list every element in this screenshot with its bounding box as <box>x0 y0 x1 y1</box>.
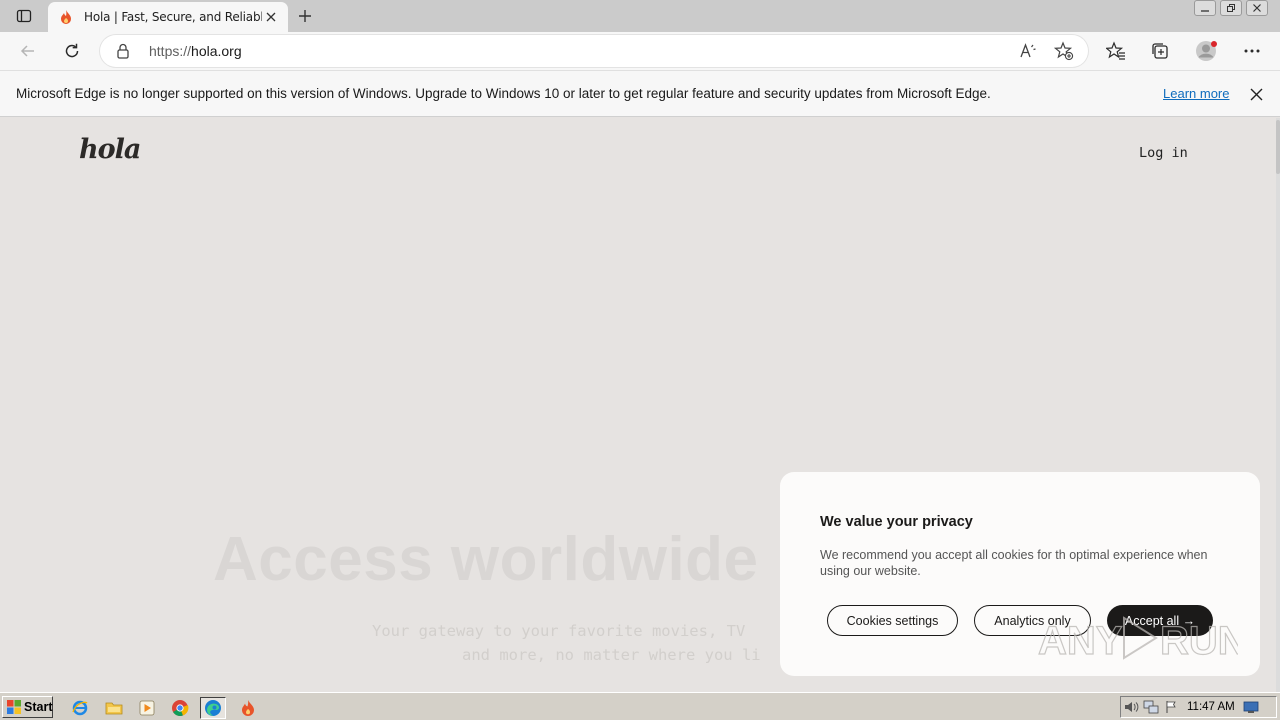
hero-title: Access worldwide <box>213 525 759 594</box>
page-scrollbar[interactable] <box>1276 118 1280 692</box>
show-desktop-icon[interactable] <box>1241 698 1261 716</box>
media-player-icon[interactable] <box>134 697 160 719</box>
more-menu-icon[interactable] <box>1239 39 1265 63</box>
web-page: hola Log in Access worldwide Your gatewa… <box>0 118 1280 692</box>
infobar-message: Microsoft Edge is no longer supported on… <box>16 86 991 101</box>
page-scrollbar-thumb[interactable] <box>1276 120 1280 174</box>
favorites-icon[interactable] <box>1103 39 1129 63</box>
start-button[interactable]: Start <box>2 696 53 718</box>
taskbar-clock[interactable]: 11:47 AM <box>1187 701 1235 713</box>
minimize-icon[interactable] <box>1194 0 1216 16</box>
windows-taskbar: Start 11:47 AM <box>0 692 1280 720</box>
tab-close-icon[interactable] <box>262 8 280 26</box>
profile-avatar-icon[interactable] <box>1193 39 1219 63</box>
address-bar[interactable]: https://hola.org <box>100 35 1088 67</box>
volume-icon[interactable] <box>1121 698 1141 716</box>
action-center-flag-icon[interactable] <box>1161 698 1181 716</box>
tab-strip: Hola | Fast, Secure, and Reliable F <box>0 0 1280 32</box>
window-controls <box>1194 0 1268 16</box>
cookies-settings-button[interactable]: Cookies settings <box>827 605 958 636</box>
refresh-icon[interactable] <box>59 39 85 63</box>
edge-taskbar-icon[interactable] <box>200 697 226 719</box>
new-tab-icon[interactable] <box>294 5 316 27</box>
system-tray: 11:47 AM <box>1120 696 1277 718</box>
tab-actions-icon[interactable] <box>10 6 38 26</box>
chrome-icon[interactable] <box>167 697 193 719</box>
read-aloud-icon[interactable] <box>1018 41 1038 65</box>
browser-toolbar: https://hola.org <box>0 32 1280 70</box>
accept-all-button[interactable]: Accept all → <box>1107 605 1213 636</box>
cookie-consent-dialog: We value your privacy We recommend you a… <box>780 472 1260 676</box>
learn-more-link[interactable]: Learn more <box>1163 86 1229 101</box>
url-host: hola.org <box>191 43 242 59</box>
windows-logo-icon <box>6 699 22 715</box>
add-favorite-icon[interactable] <box>1053 41 1074 65</box>
collections-icon[interactable] <box>1147 39 1173 63</box>
hola-logo[interactable]: hola <box>79 134 141 165</box>
infobar-close-icon[interactable] <box>1246 84 1266 104</box>
cookie-heading: We value your privacy <box>820 514 973 530</box>
hola-taskbar-icon[interactable] <box>235 697 261 719</box>
ie-icon[interactable] <box>67 697 93 719</box>
tab-title: Hola | Fast, Secure, and Reliable F <box>84 10 262 24</box>
hero-subtitle-line1: Your gateway to your favorite movies, TV <box>372 622 746 640</box>
url-protocol: https:// <box>149 43 192 59</box>
login-link[interactable]: Log in <box>1139 145 1188 161</box>
window-close-icon[interactable] <box>1246 0 1268 16</box>
cookie-body: We recommend you accept all cookies for … <box>820 548 1208 578</box>
restore-icon[interactable] <box>1220 0 1242 16</box>
url-text[interactable]: https://hola.org <box>149 43 242 59</box>
back-icon[interactable] <box>15 39 41 63</box>
network-icon[interactable] <box>1141 698 1161 716</box>
analytics-only-button[interactable]: Analytics only <box>974 605 1091 636</box>
unsupported-os-infobar: Microsoft Edge is no longer supported on… <box>0 70 1280 117</box>
tab-hola[interactable]: Hola | Fast, Secure, and Reliable F <box>48 2 288 32</box>
lock-icon[interactable] <box>116 43 130 63</box>
file-explorer-icon[interactable] <box>101 697 127 719</box>
start-label: Start <box>24 700 53 714</box>
hola-favicon-icon <box>58 9 74 25</box>
